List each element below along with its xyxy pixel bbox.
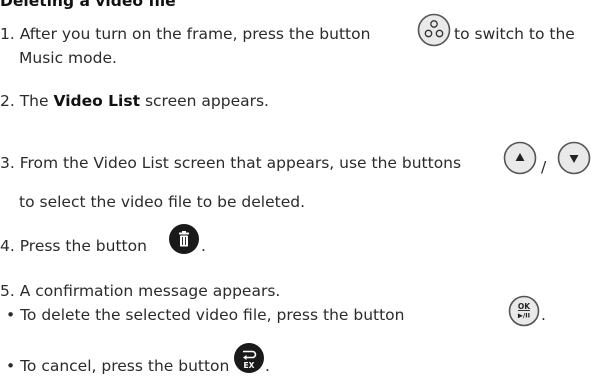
- step-4-suffix: .: [201, 237, 206, 255]
- step-1-line-2: Music mode.: [19, 49, 117, 67]
- step-3-separator: /: [541, 158, 547, 176]
- step-4-prefix: 4. Press the button: [0, 237, 147, 255]
- exit-icon-label: EX: [244, 361, 255, 370]
- trash-icon: [168, 223, 200, 255]
- step-1-suffix: to switch to the: [454, 25, 575, 43]
- bullet-cancel-text: • To cancel, press the button: [6, 357, 230, 375]
- bullet-delete-suffix: .: [541, 306, 546, 324]
- step-1-text: 1. After you turn on the frame, press th…: [0, 25, 371, 43]
- step-5-text: 5. A confirmation message appears.: [0, 282, 281, 300]
- step-2-prefix: 2. The: [0, 92, 49, 110]
- step-4: 4. Press the button: [0, 237, 147, 255]
- bullet-cancel-suffix: .: [265, 357, 270, 375]
- up-arrow-icon: [503, 141, 537, 175]
- step-1-line-1: 1. After you turn on the frame, press th…: [0, 25, 370, 43]
- section-title: Deleting a video file: [0, 0, 176, 10]
- step-2-bold: Video List: [53, 92, 140, 110]
- step-3-line-1: 3. From the Video List screen that appea…: [0, 154, 462, 172]
- ok-play-pause-icon: OK ▶/II: [508, 295, 540, 327]
- ok-icon-label: OK: [518, 302, 531, 311]
- step-2: 2. The Video List screen appears.: [0, 92, 269, 110]
- back-exit-icon: EX: [233, 342, 265, 374]
- step-2-suffix: screen appears.: [144, 92, 269, 110]
- step-3-line-2: to select the video file to be deleted.: [19, 193, 306, 211]
- down-arrow-icon: [557, 141, 591, 175]
- mode-icon: [417, 13, 451, 47]
- play-pause-icon-label: ▶/II: [518, 312, 530, 320]
- bullet-delete-text: • To delete the selected video file, pre…: [6, 306, 405, 324]
